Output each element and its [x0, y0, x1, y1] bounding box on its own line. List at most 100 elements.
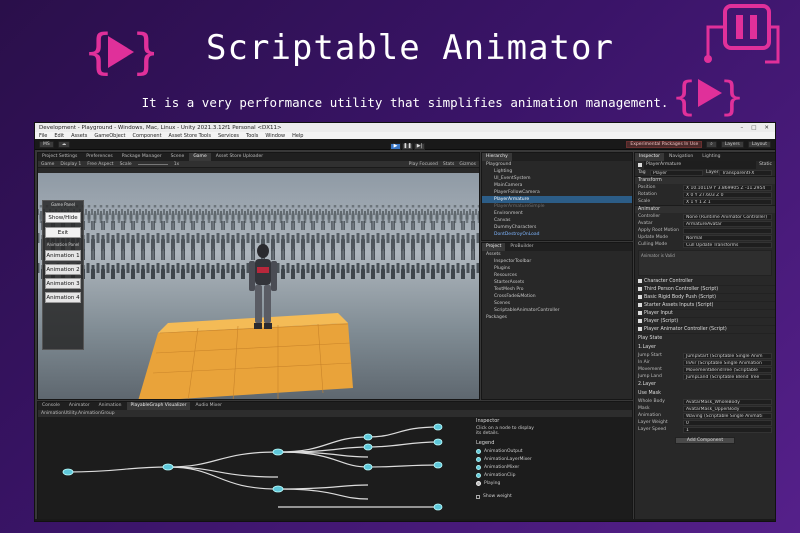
- layer2-value[interactable]: AvatarMask_WholeBody: [683, 398, 772, 405]
- search-icon[interactable]: ⌕: [706, 140, 717, 148]
- checkbox-icon[interactable]: [638, 294, 642, 299]
- component-header[interactable]: Character Controller: [635, 278, 775, 286]
- project-row[interactable]: Resources: [482, 272, 632, 279]
- menu-services[interactable]: Services: [218, 133, 239, 139]
- tab-console[interactable]: Console: [38, 402, 64, 410]
- static-toggle[interactable]: Static: [759, 161, 772, 169]
- tab-asset-store-uploader[interactable]: Asset Store Uploader: [212, 153, 267, 161]
- hierarchy-row[interactable]: DummyCharacters: [482, 224, 632, 231]
- game-display-dropdown[interactable]: Game: [41, 162, 54, 167]
- graph-node-mixer-2[interactable]: [272, 485, 284, 493]
- layer1-value[interactable]: InAir (Scriptable Single Animation: [683, 359, 772, 366]
- graph-node-clip-7[interactable]: [433, 503, 443, 511]
- project-row[interactable]: Scenes: [482, 300, 632, 307]
- transform-value[interactable]: X 0 Y 27.603 Z 0: [683, 191, 772, 198]
- menu-edit[interactable]: Edit: [54, 133, 64, 139]
- show-weight-toggle[interactable]: Show weight: [476, 494, 596, 499]
- hierarchy-row[interactable]: Playground: [482, 161, 632, 168]
- hierarchy-row[interactable]: DontDestroyOnLoad: [482, 231, 632, 238]
- tag-dropdown[interactable]: Player: [650, 169, 703, 176]
- tab-project[interactable]: Project: [482, 243, 506, 251]
- object-active-checkbox[interactable]: [638, 163, 642, 167]
- tab-scene[interactable]: Scene: [167, 153, 189, 161]
- close-icon[interactable]: ✕: [764, 125, 769, 131]
- graph-node-clip-3[interactable]: [363, 463, 373, 471]
- checkbox-icon[interactable]: [638, 326, 642, 331]
- component-header[interactable]: Player Animator Controller (Script): [635, 326, 775, 334]
- graph-node-output[interactable]: [62, 468, 74, 476]
- tab-playablegraph-visualizer[interactable]: PlayableGraph Visualizer: [126, 402, 191, 410]
- project-row[interactable]: InspectorToolbar: [482, 258, 632, 265]
- graph-node-clip-6[interactable]: [433, 461, 443, 469]
- project-row[interactable]: StarterAssets: [482, 279, 632, 286]
- animator-value[interactable]: ArmatureAvatar: [683, 220, 772, 227]
- menu-assets[interactable]: Assets: [71, 133, 87, 139]
- scale-slider[interactable]: [137, 163, 168, 165]
- menu-file[interactable]: File: [39, 133, 47, 139]
- minimize-icon[interactable]: –: [740, 125, 743, 131]
- layer2-value[interactable]: AvatarMask_UpperBody: [683, 405, 772, 412]
- play-icon[interactable]: ▶: [390, 143, 401, 150]
- show-hide-button[interactable]: Show/Hide: [45, 212, 81, 223]
- animator-value[interactable]: None (Runtime Animator Controller): [683, 213, 772, 220]
- project-row[interactable]: Packages: [482, 314, 632, 321]
- layers-dropdown[interactable]: Layers: [720, 140, 744, 148]
- animation-1-button[interactable]: Animation 1: [45, 250, 81, 261]
- menu-tools[interactable]: Tools: [246, 133, 258, 139]
- tab-project-settings[interactable]: Project Settings: [38, 153, 81, 161]
- animation-4-button[interactable]: Animation 4: [45, 292, 81, 303]
- account-button[interactable]: MS: [39, 140, 54, 148]
- component-header[interactable]: Player Input: [635, 310, 775, 318]
- animator-value[interactable]: Normal: [683, 234, 772, 241]
- exit-button[interactable]: Exit: [45, 227, 81, 238]
- layer1-value[interactable]: JumpStart (Scriptable Single Anim: [683, 352, 772, 359]
- layer2-value[interactable]: 1: [683, 426, 772, 433]
- checkbox-icon[interactable]: [638, 302, 642, 307]
- graph-node-clip-4[interactable]: [433, 423, 443, 431]
- component-header[interactable]: Player (Script): [635, 318, 775, 326]
- tab-package-manager[interactable]: Package Manager: [118, 153, 166, 161]
- graph-node-clip-1[interactable]: [363, 433, 373, 441]
- graph-node-clip-5[interactable]: [433, 438, 443, 446]
- gizmos-button[interactable]: Gizmos: [459, 162, 476, 167]
- tab-navigation[interactable]: Navigation: [665, 153, 697, 161]
- animator-value[interactable]: Cull Update Transforms: [683, 241, 772, 248]
- component-header[interactable]: Basic Rigid Body Push (Script): [635, 294, 775, 302]
- tab-animator[interactable]: Animator: [65, 402, 94, 410]
- graph-node-layer-mixer[interactable]: [162, 463, 174, 471]
- step-icon[interactable]: ▶|: [414, 143, 425, 150]
- checkbox-icon[interactable]: [638, 286, 642, 291]
- graph-selector-dropdown[interactable]: AnimationUtility.AnimationGroup: [41, 411, 115, 416]
- menu-gameobject[interactable]: GameObject: [94, 133, 125, 139]
- game-viewport[interactable]: Game Panel Show/Hide Exit Animation Pane…: [38, 173, 479, 399]
- hierarchy-row[interactable]: Canvas: [482, 217, 632, 224]
- checkbox-icon[interactable]: [638, 278, 642, 283]
- tab-audio-mixer[interactable]: Audio Mixer: [191, 402, 226, 410]
- checkbox-icon[interactable]: [638, 318, 642, 323]
- transform-value[interactable]: X 1 Y 1 Z 1: [683, 198, 772, 205]
- pause-icon[interactable]: ❚❚: [402, 143, 413, 150]
- hierarchy-row[interactable]: Environment: [482, 210, 632, 217]
- menu-window[interactable]: Window: [265, 133, 285, 139]
- menu-component[interactable]: Component: [133, 133, 162, 139]
- hierarchy-row[interactable]: PlayerArmature: [482, 196, 632, 203]
- project-row[interactable]: ScriptableAnimatorController: [482, 307, 632, 314]
- layer1-value[interactable]: JumpLand (Scriptable Blend Tree: [683, 373, 772, 380]
- layer2-value[interactable]: Waving (Scriptable Single Animati: [683, 412, 772, 419]
- tab-animation[interactable]: Animation: [95, 402, 126, 410]
- animation-3-button[interactable]: Animation 3: [45, 278, 81, 289]
- component-header[interactable]: Starter Assets Inputs (Script): [635, 302, 775, 310]
- menu-help[interactable]: Help: [292, 133, 303, 139]
- stats-button[interactable]: Stats: [443, 162, 455, 167]
- layout-dropdown[interactable]: Layout: [747, 140, 771, 148]
- animator-value[interactable]: [683, 227, 772, 234]
- tab-hierarchy[interactable]: Hierarchy: [482, 153, 512, 161]
- tab-game[interactable]: Game: [189, 153, 211, 161]
- animation-2-button[interactable]: Animation 2: [45, 264, 81, 275]
- animator-header[interactable]: Animator: [635, 205, 775, 213]
- layer1-value[interactable]: MovementBlendTree (Scriptable: [683, 366, 772, 373]
- tab-preferences[interactable]: Preferences: [82, 153, 116, 161]
- hierarchy-row[interactable]: MainCamera: [482, 182, 632, 189]
- graph-node-clip-2[interactable]: [363, 443, 373, 451]
- display-number-dropdown[interactable]: Display 1: [60, 162, 81, 167]
